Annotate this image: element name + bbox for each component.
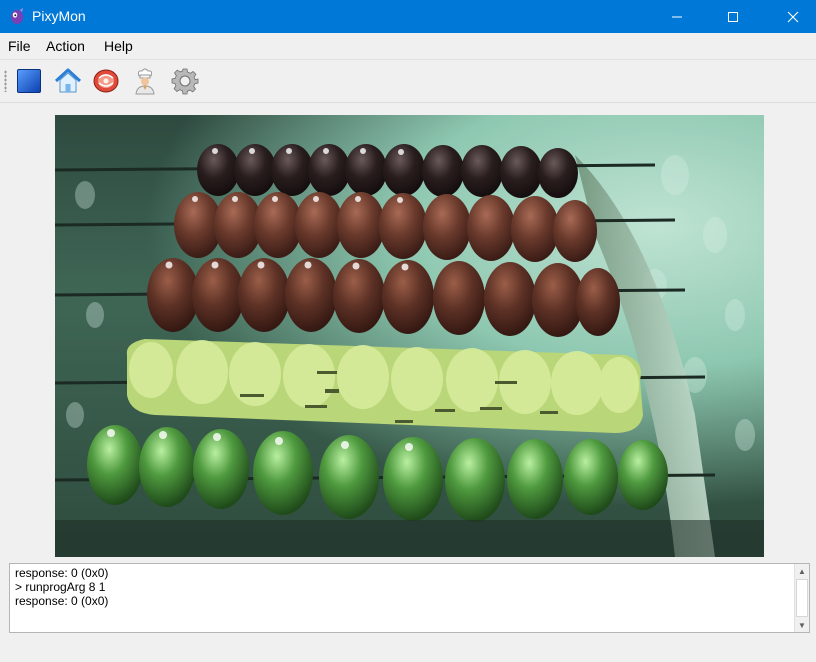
window-title: PixyMon bbox=[32, 8, 86, 24]
cooked-video-button[interactable] bbox=[130, 66, 160, 96]
chef-icon bbox=[135, 68, 155, 95]
title-bar: PixyMon bbox=[0, 0, 816, 33]
scroll-up-arrow-icon[interactable]: ▲ bbox=[795, 564, 809, 578]
console-scrollbar[interactable]: ▲ ▼ bbox=[794, 564, 809, 632]
abacus-image bbox=[55, 144, 764, 557]
menu-help[interactable]: Help bbox=[104, 37, 133, 55]
maximize-icon bbox=[728, 11, 738, 22]
stop-square-icon bbox=[17, 69, 41, 93]
menu-file[interactable]: File bbox=[8, 37, 31, 55]
toolbar bbox=[0, 60, 816, 103]
close-button[interactable] bbox=[770, 0, 816, 33]
minimize-icon bbox=[672, 16, 682, 17]
scroll-down-arrow-icon[interactable]: ▼ bbox=[795, 618, 809, 632]
console-line: response: 0 (0x0) bbox=[15, 566, 109, 580]
console-line: > runprogArg 8 1 bbox=[15, 580, 106, 594]
home-icon bbox=[54, 68, 82, 93]
video-frame[interactable] bbox=[55, 115, 764, 557]
console-line: response: 0 (0x0) bbox=[15, 594, 109, 608]
raw-video-icon bbox=[93, 69, 119, 93]
minimize-button[interactable] bbox=[654, 0, 700, 33]
toolbar-grip[interactable] bbox=[4, 70, 7, 92]
raw-video-button[interactable] bbox=[91, 66, 121, 96]
menu-bar: File Action Help bbox=[0, 33, 816, 60]
settings-button[interactable] bbox=[170, 66, 200, 96]
home-button[interactable] bbox=[53, 66, 83, 96]
pixymon-app-icon bbox=[11, 8, 23, 24]
console-output[interactable]: response: 0 (0x0) > runprogArg 8 1 respo… bbox=[9, 563, 810, 633]
close-icon bbox=[787, 11, 799, 22]
console-lines: response: 0 (0x0) > runprogArg 8 1 respo… bbox=[15, 566, 108, 608]
maximize-button[interactable] bbox=[710, 0, 756, 33]
menu-action[interactable]: Action bbox=[46, 37, 85, 55]
scroll-track[interactable] bbox=[796, 579, 808, 617]
gear-icon bbox=[171, 68, 199, 95]
stop-button[interactable] bbox=[14, 66, 44, 96]
